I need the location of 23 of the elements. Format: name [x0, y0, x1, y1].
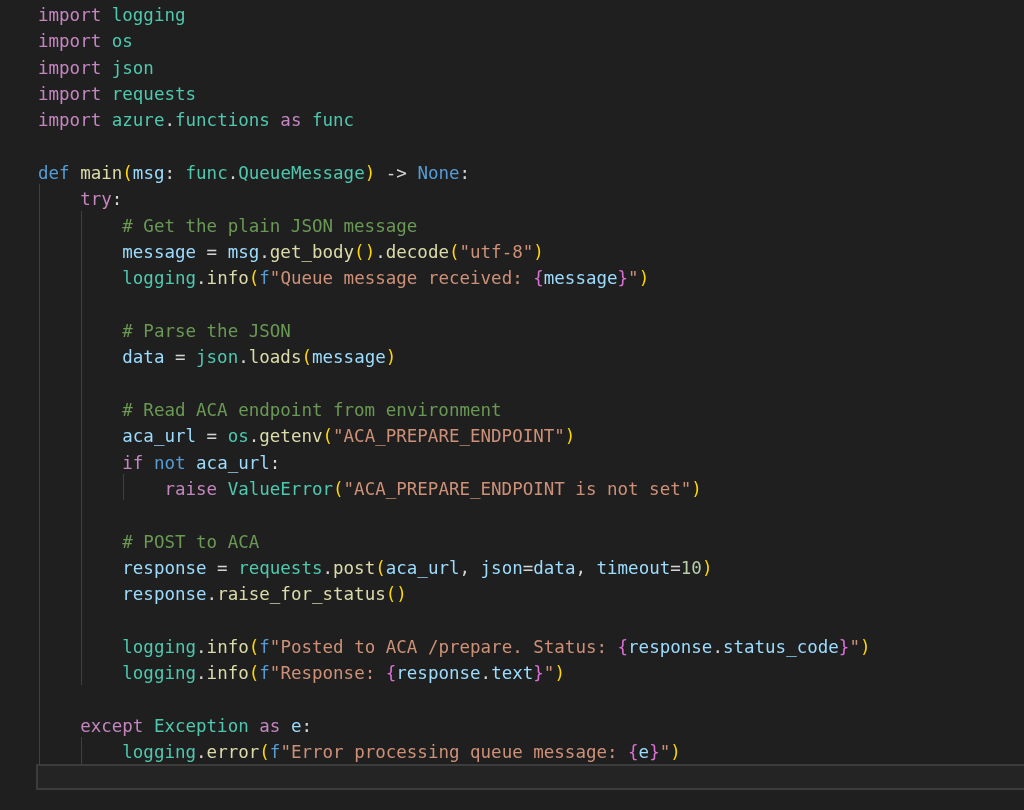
code-line: response.raise_for_status() — [121, 583, 407, 607]
code-line: except Exception as e: — [79, 714, 312, 738]
code-line: logging.info(f"Response: {response.text}") — [121, 662, 565, 686]
code-line: import json — [38, 56, 154, 80]
code-line: # Read ACA endpoint from environment — [121, 398, 502, 422]
code-line: import requests — [38, 83, 197, 106]
code-line: # Parse the JSON — [121, 319, 291, 343]
code-line: aca_url = os.getenv("ACA_PREPARE_ENDPOINT") — [121, 425, 576, 449]
code-line: try: — [79, 188, 123, 212]
code-line: logging.info(f"Queue message received: {message}") — [121, 267, 650, 291]
code-line: response = requests.post(aca_url, json=data, timeout=10) — [121, 556, 713, 580]
code-line: raise ValueError("ACA_PREPARE_ENDPOINT is not set") — [163, 477, 702, 501]
code-line: import os — [38, 30, 133, 54]
code-line: import logging — [38, 4, 186, 27]
code-line: if not aca_url: — [121, 451, 281, 475]
code-line: # Get the plain JSON message — [121, 214, 418, 238]
code-line: # POST to ACA — [121, 530, 260, 554]
code-line: def main(msg: func.QueueMessage) -> None: — [38, 161, 471, 185]
code-line: data = json.loads(message) — [121, 346, 397, 370]
code-line: logging.error(f"Error processing queue message: {e}") — [121, 741, 681, 765]
code-line: logging.info(f"Posted to ACA /prepare. Status: {response.status_code}") — [121, 635, 871, 659]
code-line: message = msg.get_body().decode("utf-8") — [121, 240, 544, 264]
code-line: import azure.functions as func — [38, 109, 355, 133]
